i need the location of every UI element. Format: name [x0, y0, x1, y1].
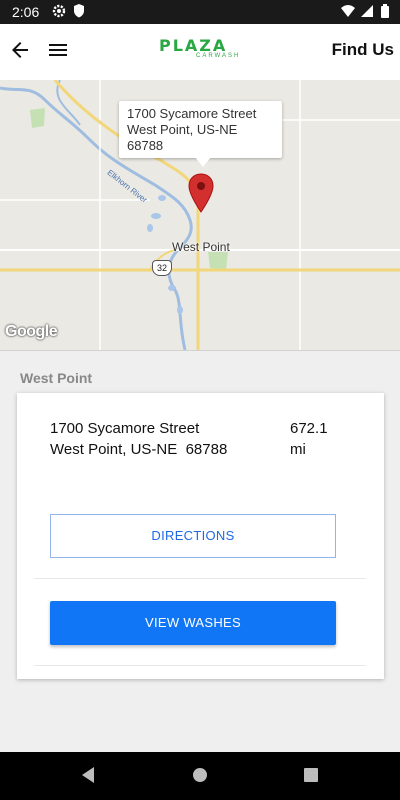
page-title: Find Us: [331, 40, 394, 59]
map-pin-icon[interactable]: [188, 173, 214, 213]
google-attribution: Google: [5, 323, 58, 340]
callout-tail: [195, 157, 211, 167]
map-info-window[interactable]: 1700 Sycamore Street West Point, US-NE 6…: [119, 101, 282, 158]
status-bar: 2:06: [0, 0, 400, 24]
app-header: PLAZA CARWASH Find Us: [0, 24, 400, 80]
hamburger-menu-icon[interactable]: [46, 38, 70, 62]
location-card: 1700 Sycamore Street West Point, US-NE 6…: [17, 393, 384, 679]
card-divider: [34, 578, 366, 579]
signal-icon: [360, 3, 374, 22]
wifi-icon: [340, 3, 356, 22]
location-address: 1700 Sycamore Street West Point, US-NE 6…: [50, 418, 227, 460]
nav-recents-icon[interactable]: [303, 766, 319, 789]
distance-unit: mi: [290, 441, 306, 458]
nav-home-icon[interactable]: [192, 766, 208, 789]
system-nav-bar: [0, 752, 400, 800]
town-label: West Point: [172, 240, 230, 254]
address-line-2: West Point, US-NE 68788: [50, 441, 228, 458]
callout-line-3: 68788: [127, 138, 164, 153]
logo-sub-text: CARWASH: [196, 53, 241, 59]
nav-back-icon[interactable]: [80, 766, 96, 789]
back-arrow-icon[interactable]: [8, 38, 32, 62]
status-time: 2:06: [12, 4, 40, 20]
plaza-carwash-logo[interactable]: PLAZA CARWASH: [150, 36, 250, 66]
directions-button[interactable]: DIRECTIONS: [50, 514, 336, 558]
address-line-1: 1700 Sycamore Street: [50, 420, 200, 437]
map-view[interactable]: Elkhorn River West Point 32 1700 Sycamor…: [0, 80, 400, 350]
view-washes-button[interactable]: VIEW WASHES: [50, 601, 336, 645]
map-divider: [0, 350, 400, 351]
highway-shield: 32: [152, 260, 172, 276]
card-divider: [34, 665, 366, 666]
shield-icon: [73, 3, 85, 22]
location-section-title: West Point: [20, 370, 93, 386]
callout-line-1: 1700 Sycamore Street: [127, 106, 257, 121]
distance-value: 672.1: [290, 420, 328, 437]
callout-line-2: West Point, US-NE: [127, 122, 238, 137]
location-distance: 672.1 mi: [290, 418, 340, 460]
battery-icon: [380, 3, 390, 22]
settings-icon: [52, 3, 66, 22]
